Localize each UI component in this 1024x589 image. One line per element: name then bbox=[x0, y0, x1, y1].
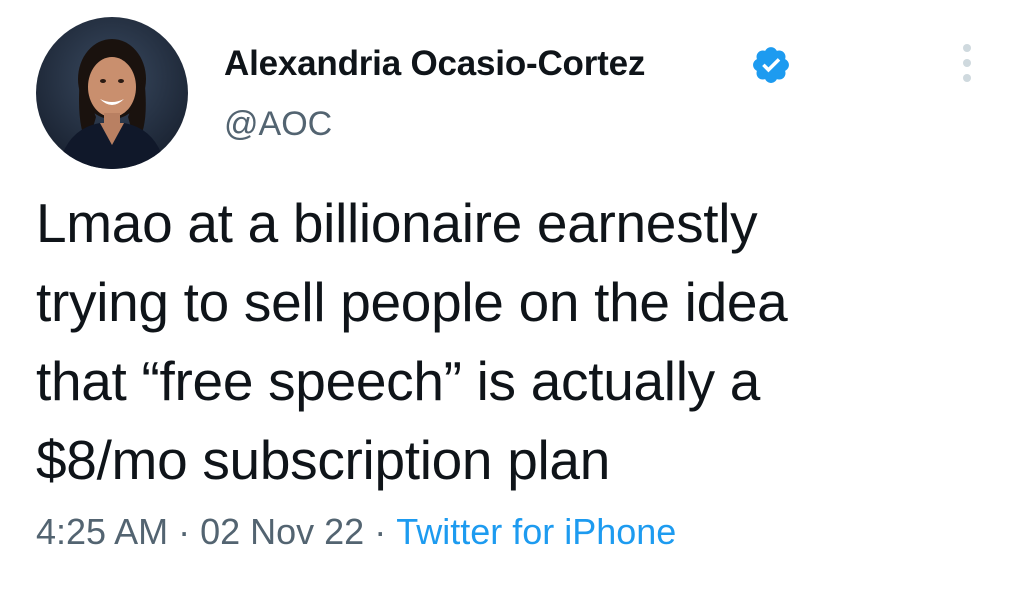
tweet-source-link[interactable]: Twitter for iPhone bbox=[396, 511, 676, 552]
tweet-text: Lmao at a billionaire earnestly trying t… bbox=[36, 184, 996, 500]
more-options-icon[interactable] bbox=[952, 40, 982, 86]
avatar-image bbox=[36, 17, 188, 169]
author-handle[interactable]: @AOC bbox=[224, 105, 332, 144]
tweet-text-line: $8/mo subscription plan bbox=[36, 429, 610, 491]
tweet-text-line: trying to sell people on the idea bbox=[36, 271, 788, 333]
tweet-card: Alexandria Ocasio-Cortez @AOC Lmao at a … bbox=[0, 0, 1024, 589]
author-avatar[interactable] bbox=[36, 17, 188, 169]
tweet-time[interactable]: 4:25 AM bbox=[36, 511, 168, 552]
separator: · bbox=[374, 511, 387, 552]
tweet-text-line: Lmao at a billionaire earnestly bbox=[36, 192, 758, 254]
verified-badge-icon bbox=[753, 47, 789, 83]
tweet-metadata: 4:25 AM · 02 Nov 22 · Twitter for iPhone bbox=[36, 511, 676, 553]
separator: · bbox=[178, 511, 191, 552]
tweet-date[interactable]: 02 Nov 22 bbox=[200, 511, 364, 552]
tweet-text-line: that “free speech” is actually a bbox=[36, 350, 761, 412]
author-name[interactable]: Alexandria Ocasio-Cortez bbox=[224, 44, 645, 84]
